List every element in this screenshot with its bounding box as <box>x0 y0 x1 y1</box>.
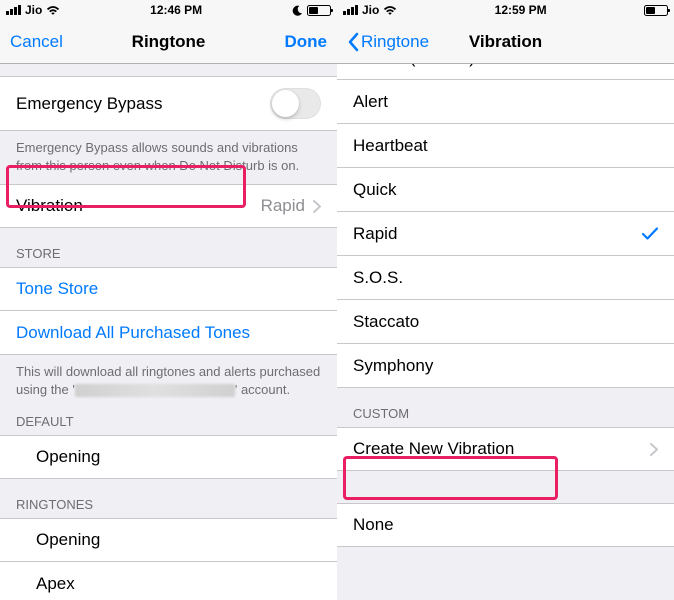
content-scroll[interactable]: Emergency Bypass Emergency Bypass allows… <box>0 64 337 600</box>
vibration-item[interactable]: S.O.S. <box>337 256 674 300</box>
store-section-footer: This will download all ringtones and ale… <box>0 355 337 408</box>
vibration-value: Rapid <box>261 196 305 216</box>
carrier-label: Jio <box>25 3 42 17</box>
vibration-item-label: S.O.S. <box>353 268 403 288</box>
none-row[interactable]: None <box>337 503 674 547</box>
content-scroll[interactable]: Accent (Default) Alert Heartbeat Quick Rapi… <box>337 64 674 600</box>
emergency-bypass-toggle[interactable] <box>270 88 321 119</box>
nav-bar: Cancel Ringtone Done <box>0 20 337 64</box>
chevron-left-icon <box>347 32 359 52</box>
status-time: 12:46 PM <box>150 3 202 17</box>
create-new-vibration-label: Create New Vibration <box>353 439 514 459</box>
ringtones-section-header: Ringtones <box>0 479 337 518</box>
carrier-label: Jio <box>362 3 379 17</box>
download-all-tones-row[interactable]: Download All Purchased Tones <box>0 311 337 355</box>
emergency-bypass-label: Emergency Bypass <box>16 94 162 114</box>
wifi-icon <box>383 5 397 16</box>
vibration-item-label: Rapid <box>353 224 397 244</box>
back-button[interactable]: Ringtone <box>347 32 429 52</box>
vibration-item-label: Alert <box>353 92 388 112</box>
signal-icon <box>343 5 358 15</box>
vibration-item[interactable]: Heartbeat <box>337 124 674 168</box>
vibration-item-cutoff[interactable]: Accent (Default) <box>337 64 674 80</box>
vibration-item[interactable]: Staccato <box>337 300 674 344</box>
vibration-item-label: Quick <box>353 180 396 200</box>
vibration-item[interactable]: Alert <box>337 80 674 124</box>
vibration-label: Vibration <box>16 196 83 216</box>
done-button[interactable]: Done <box>285 32 328 52</box>
status-time: 12:59 PM <box>495 3 547 17</box>
store-section-header: Store <box>0 228 337 267</box>
ringtone-item[interactable]: Apex <box>0 562 337 600</box>
cancel-button[interactable]: Cancel <box>10 32 63 52</box>
right-phone-vibration-screen: Jio 12:59 PM Ringtone Vibration Accent (… <box>337 0 674 600</box>
emergency-bypass-row[interactable]: Emergency Bypass <box>0 76 337 131</box>
page-title: Vibration <box>469 32 542 52</box>
create-new-vibration-row[interactable]: Create New Vibration <box>337 427 674 471</box>
vibration-row[interactable]: Vibration Rapid <box>0 184 337 228</box>
wifi-icon <box>46 5 60 16</box>
vibration-item-label: Heartbeat <box>353 136 428 156</box>
status-bar: Jio 12:46 PM <box>0 0 337 20</box>
vibration-item-label: Symphony <box>353 356 433 376</box>
battery-icon <box>307 5 331 16</box>
status-bar: Jio 12:59 PM <box>337 0 674 20</box>
redacted-account <box>75 384 235 397</box>
left-phone-ringtone-screen: Jio 12:46 PM Cancel Ringtone Done Emerge… <box>0 0 337 600</box>
vibration-item[interactable]: Rapid <box>337 212 674 256</box>
chevron-right-icon <box>650 443 658 456</box>
signal-icon <box>6 5 21 15</box>
ringtone-item[interactable]: Opening <box>0 518 337 562</box>
tone-store-row[interactable]: Tone Store <box>0 267 337 311</box>
vibration-item-label: Staccato <box>353 312 419 332</box>
default-section-header: Default <box>0 408 337 435</box>
emergency-bypass-footer: Emergency Bypass allows sounds and vibra… <box>0 131 337 184</box>
vibration-item[interactable]: Symphony <box>337 344 674 388</box>
chevron-right-icon <box>313 200 321 213</box>
dnd-moon-icon <box>292 5 303 16</box>
nav-bar: Ringtone Vibration <box>337 20 674 64</box>
battery-icon <box>644 5 668 16</box>
custom-section-header: Custom <box>337 388 674 427</box>
default-tone-row[interactable]: Opening <box>0 435 337 479</box>
page-title: Ringtone <box>132 32 206 52</box>
vibration-item[interactable]: Quick <box>337 168 674 212</box>
checkmark-icon <box>642 227 658 240</box>
